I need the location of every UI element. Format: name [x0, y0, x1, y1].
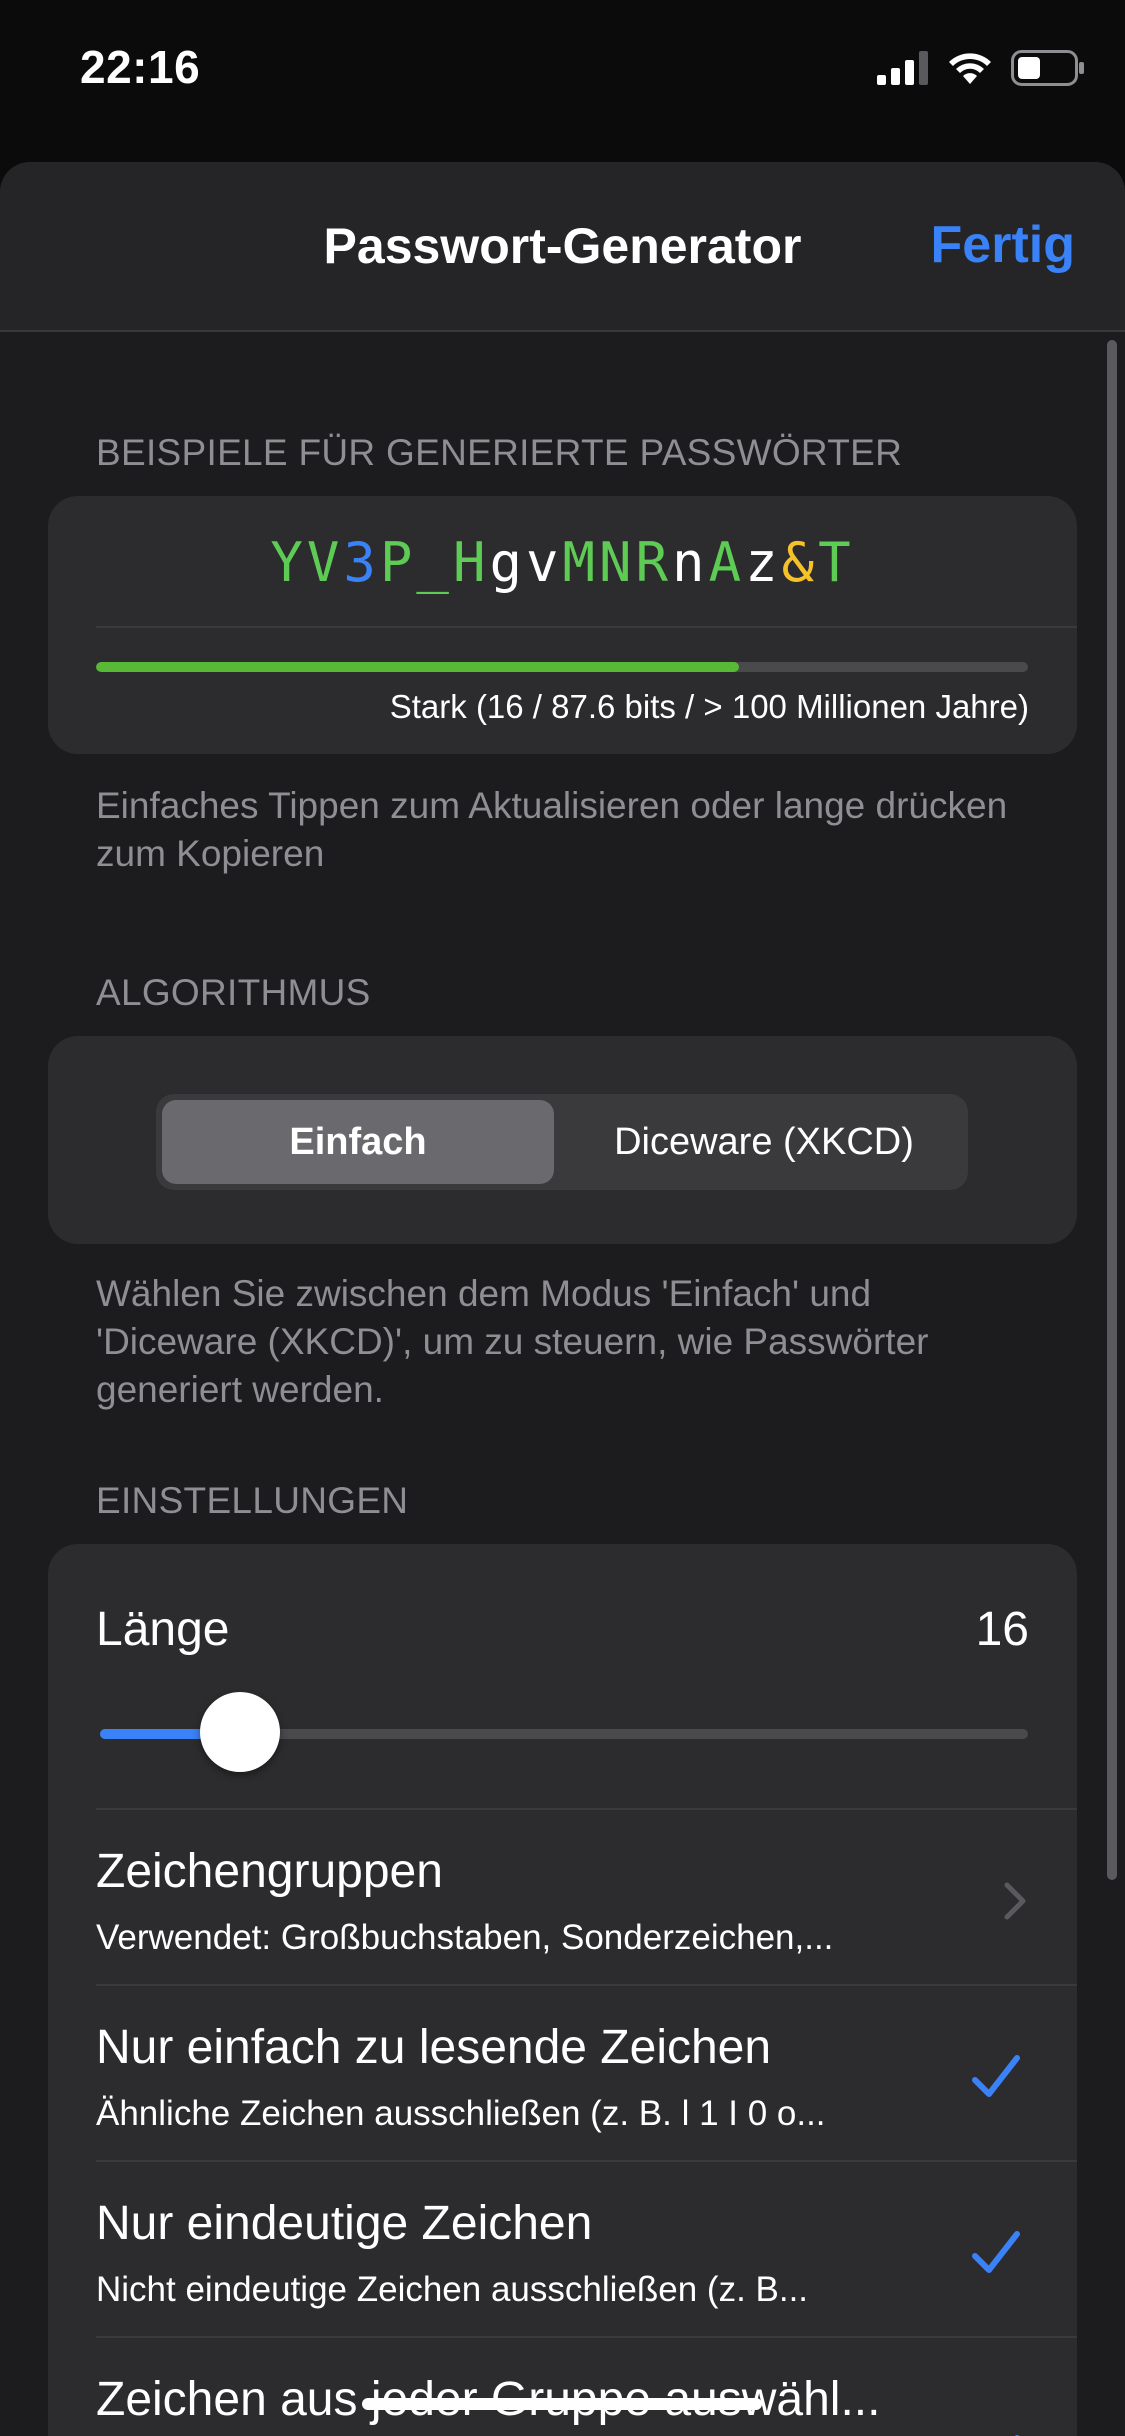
done-button[interactable]: Fertig [931, 215, 1075, 275]
wifi-icon [949, 53, 991, 84]
password-segment: 3 [343, 531, 380, 594]
row-separator [96, 2160, 1077, 2162]
row-title: Zeichengruppen [96, 1845, 443, 1898]
password-segment: YV [270, 531, 344, 594]
battery-icon [1011, 50, 1084, 86]
password-segment: z [745, 531, 782, 594]
row-subtitle: Ähnliche Zeichen ausschließen (z. B. l 1… [96, 2094, 826, 2133]
password-segment: T [818, 531, 855, 594]
row-separator [96, 1808, 1077, 1810]
segment-einfach[interactable]: Einfach [162, 1100, 554, 1184]
row-subtitle: Verwendet: Großbuchstaben, Sonderzeichen… [96, 1918, 834, 1957]
row-separator [96, 2336, 1077, 2338]
checkmark-icon [972, 2231, 1020, 2273]
password-segment: A [708, 531, 746, 594]
algorithm-footer: Wählen Sie zwischen dem Modus 'Einfach' … [96, 1273, 929, 1410]
password-generator-sheet: Passwort-Generator Fertig BEISPIELE FÜR … [0, 162, 1125, 2436]
scrollbar[interactable] [1107, 340, 1117, 1880]
length-slider-thumb[interactable] [200, 1692, 280, 1772]
navigation-bar: Passwort-Generator Fertig [0, 162, 1125, 332]
generated-password[interactable]: YV3P_HgvMNRnAz&T [48, 531, 1077, 594]
password-example-card[interactable]: YV3P_HgvMNRnAz&T Stark (16 / 87.6 bits /… [48, 496, 1077, 754]
settings-section-header: EINSTELLUNGEN [96, 1480, 409, 1521]
signal-icon [877, 51, 928, 85]
algorithm-card: Einfach Diceware (XKCD) [48, 1036, 1077, 1244]
length-value: 16 [975, 1603, 1029, 1656]
password-segment: gv [489, 531, 563, 594]
examples-footer: Einfaches Tippen zum Aktualisieren oder … [96, 785, 1008, 874]
status-bar: 22:16 [0, 0, 1125, 140]
home-indicator[interactable] [362, 2398, 762, 2410]
divider [96, 626, 1077, 628]
row-subtitle: Nicht eindeutige Zeichen ausschließen (z… [96, 2270, 809, 2309]
password-segment: MNR [562, 531, 673, 594]
password-segment: n [672, 531, 709, 594]
algorithm-section-header: ALGORITHMUS [96, 972, 371, 1013]
status-time: 22:16 [80, 41, 201, 93]
strength-label: Stark (16 / 87.6 bits / > 100 Millionen … [389, 688, 1029, 725]
row-separator [96, 1984, 1077, 1986]
chevron-right-icon [1004, 1882, 1026, 1920]
length-label: Länge [96, 1603, 230, 1656]
segment-diceware[interactable]: Diceware (XKCD) [568, 1100, 960, 1184]
strength-meter [96, 662, 1028, 672]
row-title: Nur einfach zu lesende Zeichen [96, 2021, 772, 2074]
status-icons [877, 48, 1085, 88]
password-segment: P_H [379, 531, 490, 594]
algorithm-segmented-control[interactable]: Einfach Diceware (XKCD) [156, 1094, 968, 1190]
strength-meter-fill [96, 662, 740, 672]
examples-section-header: BEISPIELE FÜR GENERIERTE PASSWÖRTER [96, 432, 903, 473]
checkmark-icon [972, 2055, 1020, 2097]
settings-card: Länge 16 Zeichengruppen Verwendet: Großb… [48, 1544, 1077, 2436]
password-segment: & [781, 531, 819, 594]
row-title: Nur eindeutige Zeichen [96, 2197, 593, 2250]
